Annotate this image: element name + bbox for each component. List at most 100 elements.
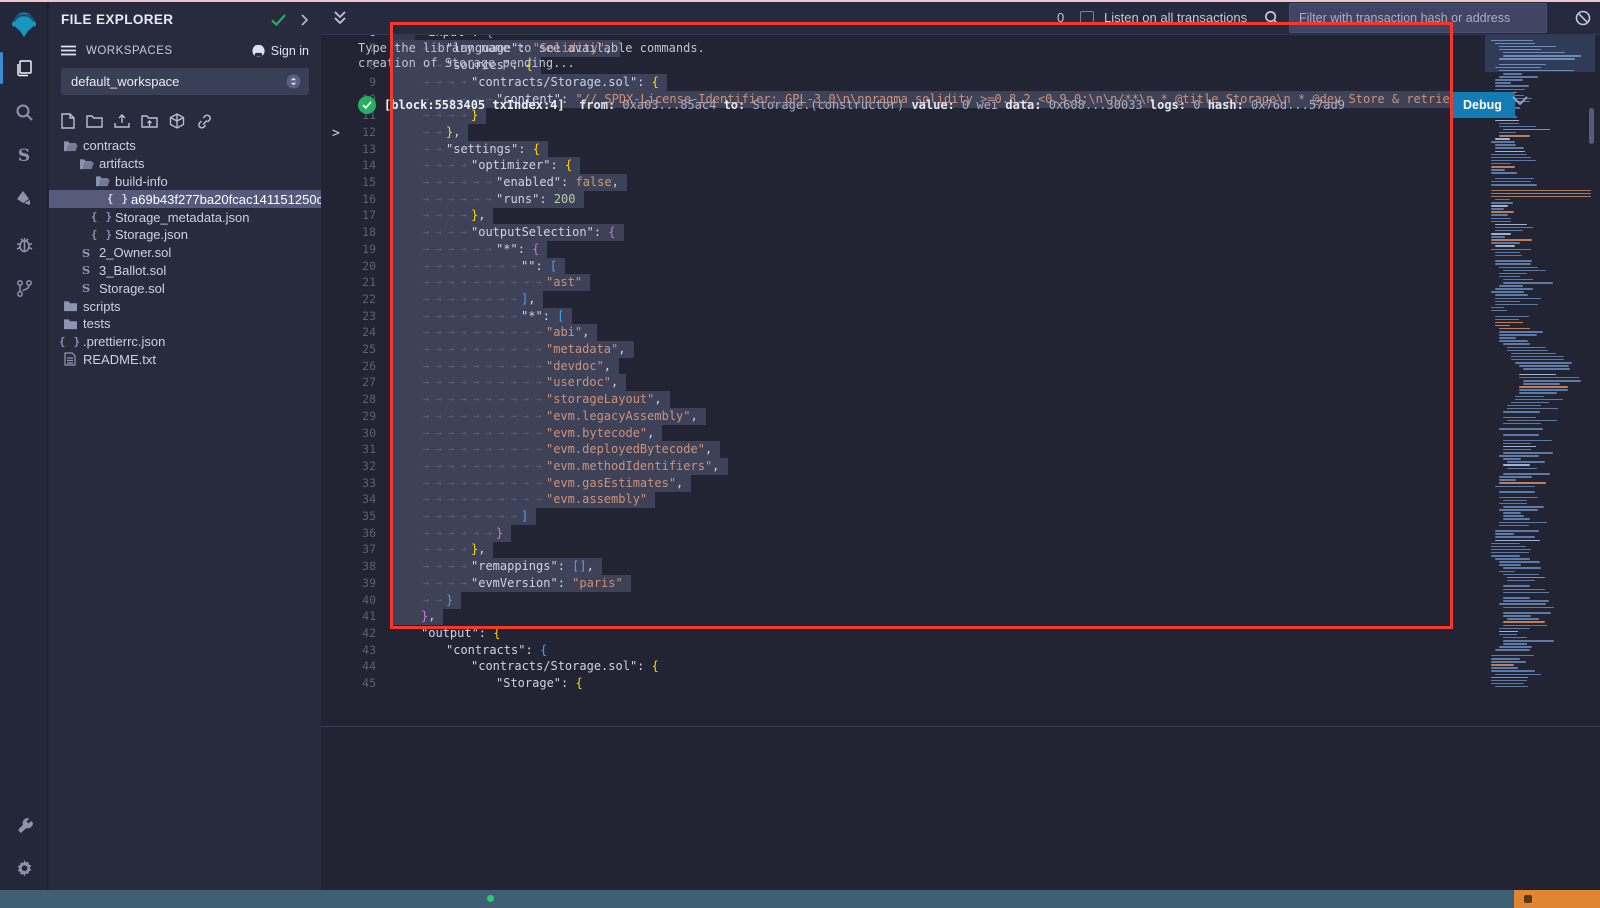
debugger-icon[interactable] — [0, 222, 48, 266]
workspaces-menu-icon[interactable] — [61, 45, 76, 56]
deploy-run-icon[interactable] — [0, 178, 48, 222]
transaction-row[interactable]: [block:5583405 txIndex:4] from: 0xa03...… — [322, 90, 1600, 124]
code-line: 43"contracts": { — [322, 642, 1600, 659]
minimap-line — [1499, 482, 1546, 484]
minimap-line — [1491, 154, 1527, 156]
minimap-line — [1491, 249, 1531, 251]
minimap-line — [1503, 600, 1549, 602]
git-icon[interactable] — [0, 266, 48, 310]
minimap-line — [1503, 270, 1546, 272]
listen-transactions-checkbox[interactable] — [1080, 11, 1094, 25]
upload-file-icon[interactable] — [114, 113, 130, 129]
line-number: 25 — [322, 341, 376, 358]
search-icon[interactable] — [0, 90, 48, 134]
tree-item[interactable]: S3_Ballot.sol — [49, 262, 321, 280]
line-number: 22 — [322, 291, 376, 308]
minimap-line — [1503, 452, 1553, 454]
solidity-compiler-icon[interactable]: S — [0, 134, 48, 178]
minimap-line — [1499, 428, 1543, 430]
debug-button[interactable]: Debug — [1450, 92, 1515, 118]
clear-console-icon[interactable] — [1575, 10, 1591, 26]
terminal-prompt[interactable]: > — [332, 126, 340, 141]
minimap-line — [1515, 399, 1563, 401]
file-explorer-icon[interactable] — [0, 46, 48, 90]
minimap-line — [1491, 211, 1514, 213]
tree-item[interactable]: build-info — [49, 173, 321, 191]
minimap-line — [1491, 157, 1531, 159]
minimap-line — [1495, 540, 1540, 542]
tree-item[interactable]: { }Storage_metadata.json — [49, 208, 321, 226]
main-area: HomeSStorage.sol{ }a69b43f277ba20fcac141… — [322, 2, 1600, 890]
minimap-line — [1503, 446, 1536, 448]
line-number: 32 — [322, 458, 376, 475]
terminal-search-icon[interactable] — [1264, 10, 1280, 26]
tree-item[interactable]: README.txt — [49, 351, 321, 369]
tree-item[interactable]: contracts — [49, 137, 321, 155]
new-folder-icon[interactable] — [86, 114, 103, 129]
minimap-line — [1503, 343, 1530, 345]
panel-forward-icon[interactable] — [300, 14, 309, 26]
tree-item[interactable]: S2_Owner.sol — [49, 244, 321, 262]
plugin-icon-bar: S — [0, 2, 48, 890]
code-line: 42"output": { — [322, 625, 1600, 642]
code-line: 40→→} — [322, 592, 1600, 609]
terminal-scrollbar[interactable] — [1589, 108, 1594, 144]
terminal-log-line: creation of Storage pending... — [358, 56, 575, 70]
minimap-line — [1499, 522, 1547, 524]
ipfs-cube-icon[interactable] — [169, 113, 185, 129]
line-number: 28 — [322, 391, 376, 408]
minimap-line — [1503, 473, 1550, 475]
listen-transactions-label: Listen on all transactions — [1104, 10, 1247, 25]
solidity-icon: S — [77, 281, 95, 295]
minimap-line — [1491, 658, 1520, 660]
line-number: 9 — [322, 74, 376, 91]
minimap-line — [1495, 298, 1541, 300]
transaction-filter-input[interactable] — [1289, 3, 1547, 33]
line-number: 18 — [322, 224, 376, 241]
terminal-log-line: Type the library name to see available c… — [358, 41, 705, 55]
minimap-line — [1499, 276, 1520, 278]
folder-open-icon — [77, 158, 95, 170]
minimap-line — [1491, 196, 1591, 198]
minimap[interactable] — [1485, 35, 1595, 693]
tree-item[interactable]: artifacts — [49, 155, 321, 173]
tree-item[interactable]: { }.prettierrc.json — [49, 333, 321, 351]
minimap-line — [1499, 479, 1516, 481]
minimap-line — [1499, 509, 1538, 511]
tree-item[interactable]: { }a69b43f277ba20fcac141151250ca7... — [49, 190, 321, 208]
tree-item-label: README.txt — [83, 352, 156, 367]
sign-in-button[interactable]: Sign in — [251, 43, 309, 58]
line-number: 45 — [322, 675, 376, 692]
upload-folder-icon[interactable] — [141, 114, 158, 129]
terminal-collapse-icon[interactable] — [334, 11, 346, 25]
tree-item[interactable]: scripts — [49, 297, 321, 315]
tree-item[interactable]: { }Storage.json — [49, 226, 321, 244]
minimap-line — [1499, 135, 1530, 137]
code-line: 30→→→→→→→→→→"evm.bytecode", — [322, 425, 1600, 442]
settings-gear-icon[interactable] — [0, 846, 48, 890]
minimap-line — [1499, 331, 1543, 333]
minimap-line — [1507, 468, 1537, 470]
minimap-line — [1511, 359, 1564, 361]
minimap-line — [1491, 205, 1508, 207]
minimap-line — [1491, 552, 1529, 554]
minimap-line — [1491, 40, 1533, 42]
code-editor[interactable]: 4"solcVersion": "0.8.19",5"solcLongVersi… — [322, 35, 1600, 726]
status-orange-badge[interactable] — [1514, 890, 1600, 908]
remix-logo[interactable] — [0, 2, 48, 46]
link-icon[interactable] — [196, 114, 213, 129]
line-number: 15 — [322, 174, 376, 191]
folder-icon — [61, 318, 79, 330]
tx-expand-chevron-icon[interactable] — [1512, 96, 1528, 106]
tree-item[interactable]: SStorage.sol — [49, 279, 321, 297]
tree-item[interactable]: tests — [49, 315, 321, 333]
new-file-icon[interactable] — [61, 113, 75, 129]
plugin-manager-icon[interactable] — [0, 802, 48, 846]
tree-item-label: a69b43f277ba20fcac141151250ca7... — [131, 192, 321, 207]
tree-item-label: build-info — [115, 174, 168, 189]
minimap-line — [1499, 571, 1515, 573]
line-number: 12 — [322, 124, 376, 141]
tx-success-check-icon — [358, 96, 376, 114]
minimap-line — [1495, 138, 1510, 140]
workspace-select[interactable]: default_workspace — [61, 68, 309, 95]
